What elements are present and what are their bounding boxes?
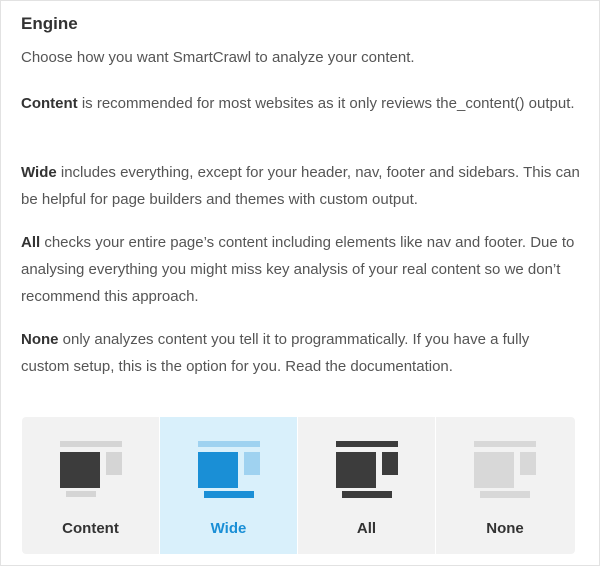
layout-content-icon	[60, 441, 122, 501]
description-term: Content	[21, 95, 78, 112]
engine-option-label: All	[356, 520, 377, 537]
description-text: is recommended for most websites as it o…	[77, 95, 575, 112]
layout-all-icon	[336, 441, 398, 501]
description-none: None only analyzes content you tell it t…	[21, 326, 581, 380]
description-term: All	[21, 234, 41, 251]
section-title: Engine	[21, 14, 78, 33]
description-text: includes everything, except for your hea…	[21, 164, 580, 208]
description-term: None	[21, 331, 59, 348]
engine-option-label: Wide	[210, 520, 247, 537]
engine-selector: Content Wide All None	[22, 417, 575, 554]
engine-settings-panel: Engine Choose how you want SmartCrawl to…	[0, 0, 600, 566]
intro-text: Choose how you want SmartCrawl to analyz…	[21, 49, 415, 66]
engine-option-none[interactable]: None	[436, 417, 574, 554]
engine-option-wide[interactable]: Wide	[160, 417, 298, 554]
engine-option-label: Content	[62, 520, 119, 537]
description-content: Content is recommended for most websites…	[21, 90, 581, 117]
engine-option-content[interactable]: Content	[22, 417, 160, 554]
description-term: Wide	[21, 164, 57, 181]
description-all: All checks your entire page’s content in…	[21, 229, 581, 310]
engine-option-label: None	[486, 520, 524, 537]
layout-wide-icon	[198, 441, 260, 501]
engine-option-all[interactable]: All	[298, 417, 436, 554]
description-text: checks your entire page’s content includ…	[21, 234, 575, 305]
description-text: only analyzes content you tell it to pro…	[21, 331, 530, 375]
description-wide: Wide includes everything, except for you…	[21, 159, 581, 213]
layout-none-icon	[474, 441, 536, 501]
